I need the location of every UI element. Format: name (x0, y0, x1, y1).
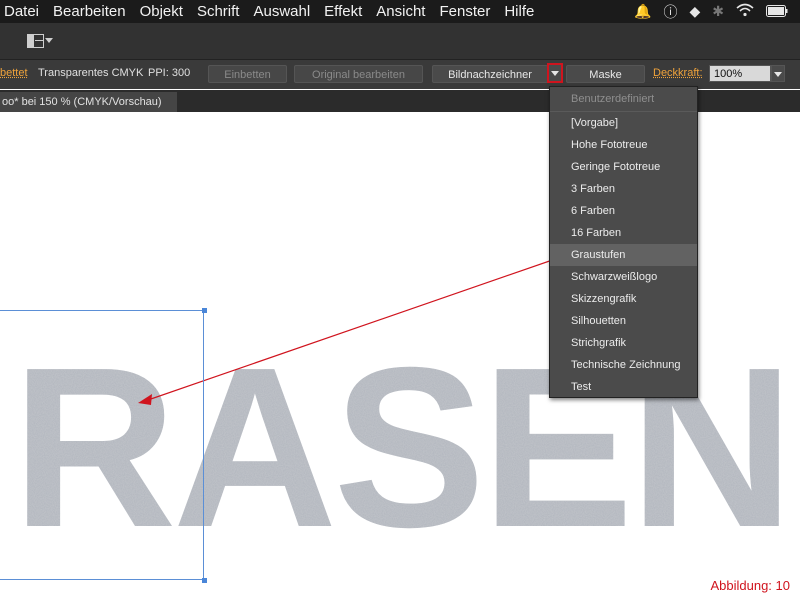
opacity-input[interactable]: 100% (709, 65, 771, 82)
trace-preset-dropdown-button[interactable] (547, 63, 563, 83)
edit-original-button[interactable]: Original bearbeiten (294, 65, 423, 83)
ppi-label: PPI: 300 (148, 67, 191, 79)
menu-item-sketch-art[interactable]: Skizzengrafik (550, 288, 697, 310)
menu-item-3-colors[interactable]: 3 Farben (550, 178, 697, 200)
menu-hilfe[interactable]: Hilfe (504, 3, 534, 20)
dropbox-icon[interactable]: ◆ (689, 3, 700, 20)
menu-item-line-art[interactable]: Strichgrafik (550, 332, 697, 354)
menu-item-bw-logo[interactable]: Schwarzweißlogo (550, 266, 697, 288)
menu-bar: Datei Bearbeiten Objekt Schrift Auswahl … (0, 0, 800, 23)
menu-schrift[interactable]: Schrift (197, 3, 240, 20)
opacity-label[interactable]: Deckkraft: (653, 67, 703, 79)
menu-item-6-colors[interactable]: 6 Farben (550, 200, 697, 222)
chevron-down-icon[interactable] (45, 38, 53, 43)
menu-item-16-colors[interactable]: 16 Farben (550, 222, 697, 244)
embed-button[interactable]: Einbetten (208, 65, 287, 83)
selection-handle[interactable] (202, 578, 207, 583)
info-icon[interactable]: ⓘ (663, 2, 677, 22)
bluetooth-icon[interactable]: ✱ (712, 3, 724, 20)
menu-item-high-fidelity[interactable]: Hohe Fototreue (550, 134, 697, 156)
menu-auswahl[interactable]: Auswahl (253, 3, 310, 20)
selection-handle[interactable] (202, 308, 207, 313)
document-tab[interactable]: oo* bei 150 % (CMYK/Vorschau) (0, 92, 177, 112)
menu-effekt[interactable]: Effekt (324, 3, 362, 20)
selection-bounding-box[interactable] (0, 310, 204, 580)
menu-fenster[interactable]: Fenster (439, 3, 490, 20)
application-bar (0, 23, 800, 60)
menu-ansicht[interactable]: Ansicht (376, 3, 425, 20)
bell-icon[interactable]: 🔔 (634, 3, 651, 20)
menu-header-custom: Benutzerdefiniert (571, 93, 655, 105)
color-mode-label: Transparentes CMYK (38, 67, 144, 79)
image-trace-button[interactable]: Bildnachzeichner (432, 65, 548, 83)
menu-datei[interactable]: Datei (4, 3, 39, 20)
trace-preset-menu: Benutzerdefiniert [Vorgabe] Hohe Fototre… (549, 86, 698, 398)
menu-item-default[interactable]: [Vorgabe] (550, 112, 697, 134)
control-bar: bettet Transparentes CMYK PPI: 300 Einbe… (0, 60, 800, 89)
figure-caption: Abbildung: 10 (710, 578, 790, 593)
menu-item-technical-drawing[interactable]: Technische Zeichnung (550, 354, 697, 376)
menu-item-test[interactable]: Test (550, 376, 697, 398)
menu-bearbeiten[interactable]: Bearbeiten (53, 3, 126, 20)
battery-icon[interactable] (766, 4, 788, 20)
menu-item-silhouettes[interactable]: Silhouetten (550, 310, 697, 332)
workspace-layout-icon[interactable] (27, 34, 44, 48)
wifi-icon[interactable] (736, 3, 754, 20)
menu-item-low-fidelity[interactable]: Geringe Fototreue (550, 156, 697, 178)
system-tray: 🔔 ⓘ ◆ ✱ (634, 0, 800, 23)
embedded-status-link[interactable]: bettet (0, 67, 28, 79)
menu-objekt[interactable]: Objekt (140, 3, 183, 20)
mask-button[interactable]: Maske (566, 65, 645, 83)
menu-item-grayscale[interactable]: Graustufen (550, 244, 697, 266)
opacity-dropdown-button[interactable] (771, 65, 785, 82)
